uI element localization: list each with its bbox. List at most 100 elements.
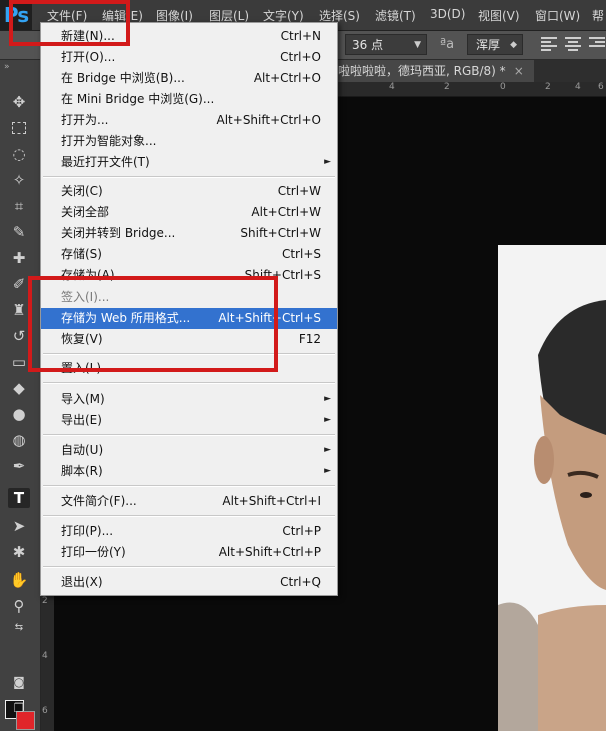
ruler-label: 2 (545, 82, 551, 92)
menu-separator (43, 566, 335, 568)
menu-item-open[interactable]: 打开(O)... Ctrl+O (41, 47, 337, 68)
menu-item-automate[interactable]: 自动(U) ► (41, 440, 337, 461)
move-tool-icon[interactable]: ✥ (8, 92, 30, 112)
align-right-icon[interactable] (589, 37, 605, 51)
menu-item-close[interactable]: 关闭(C) Ctrl+W (41, 181, 337, 202)
menu-item-label: 导出(E) (61, 413, 102, 427)
menu-3d[interactable]: 3D(D) (430, 7, 465, 21)
quick-mask-icon[interactable]: ◙ (8, 672, 30, 692)
menu-item-label: 存储(S) (61, 247, 102, 261)
eyedropper-tool-icon[interactable]: ✎ (8, 222, 30, 242)
clone-stamp-tool-icon[interactable]: ♜ (8, 300, 30, 320)
close-icon[interactable]: × (514, 64, 524, 78)
menu-item-label: 文件简介(F)... (61, 494, 137, 508)
menu-view[interactable]: 视图(V) (478, 7, 520, 24)
document-tab-title: 啦啦啦啦，德玛西亚, RGB/8) * (338, 64, 506, 78)
menu-item-close-all[interactable]: 关闭全部 Alt+Ctrl+W (41, 202, 337, 223)
magic-wand-tool-icon[interactable]: ✧ (8, 170, 30, 190)
zoom-tool-icon[interactable]: ⚲ (8, 596, 30, 616)
menu-help[interactable]: 帮 (592, 7, 604, 24)
menu-item-import[interactable]: 导入(M) ► (41, 389, 337, 410)
screen-mode-icon[interactable]: ❐ (8, 698, 30, 718)
crop-tool-icon[interactable]: ⌗ (8, 196, 30, 216)
menu-item-label: 关闭全部 (61, 205, 110, 219)
font-size-value: 36 点 (352, 38, 384, 52)
menu-item-open-as[interactable]: 打开为... Alt+Shift+Ctrl+O (41, 110, 337, 131)
ruler-label: 6 (598, 82, 604, 92)
align-center-icon[interactable] (565, 37, 581, 51)
annotation-box-save-for-web (28, 276, 278, 372)
swap-colors-icon[interactable]: ⇆ (8, 618, 30, 638)
menu-item-shortcut: Alt+Ctrl+W (251, 205, 321, 219)
path-selection-tool-icon[interactable]: ➤ (8, 516, 30, 536)
paint-bucket-tool-icon[interactable]: ◆ (8, 378, 30, 398)
align-left-icon[interactable] (541, 37, 557, 51)
menu-item-print[interactable]: 打印(P)... Ctrl+P (41, 521, 337, 542)
menu-item-label: 在 Mini Bridge 中浏览(G)... (61, 92, 215, 106)
anti-alias-select[interactable]: 浑厚 ◆ (467, 34, 523, 55)
submenu-arrow-icon: ► (324, 157, 331, 167)
menu-item-shortcut: Ctrl+W (277, 184, 321, 198)
dodge-tool-icon[interactable]: ◍ (8, 430, 30, 450)
menu-item-browse-mini-bridge[interactable]: 在 Mini Bridge 中浏览(G)... (41, 89, 337, 110)
menu-item-label: 打开为... (61, 113, 109, 127)
submenu-arrow-icon: ► (324, 445, 331, 455)
type-tool-icon[interactable]: T (8, 488, 30, 508)
submenu-arrow-icon: ► (324, 466, 331, 476)
menu-item-label: 打印一份(Y) (61, 545, 126, 559)
menu-item-shortcut: Ctrl+P (282, 524, 321, 538)
menu-item-shortcut: F12 (298, 332, 321, 346)
menu-item-save[interactable]: 存储(S) Ctrl+S (41, 244, 337, 265)
menu-item-label: 退出(X) (61, 575, 103, 589)
menu-item-shortcut: Ctrl+O (280, 50, 321, 64)
portrait-photo (498, 245, 606, 731)
menu-item-browse-bridge[interactable]: 在 Bridge 中浏览(B)... Alt+Ctrl+O (41, 68, 337, 89)
font-size-select[interactable]: 36 点 ▼ (345, 34, 427, 55)
menu-item-label: 自动(U) (61, 443, 104, 457)
menu-item-shortcut: Alt+Ctrl+O (253, 71, 321, 85)
eraser-tool-icon[interactable]: ▭ (8, 352, 30, 372)
menu-item-open-recent[interactable]: 最近打开文件(T) ► (41, 152, 337, 173)
menu-item-shortcut: Ctrl+N (280, 29, 321, 43)
menu-item-open-as-smart-object[interactable]: 打开为智能对象... (41, 131, 337, 152)
menu-window[interactable]: 窗口(W) (535, 7, 580, 24)
menu-item-shortcut: Alt+Shift+Ctrl+P (218, 545, 321, 559)
menu-item-label: 导入(M) (61, 392, 105, 406)
marquee-tool-icon[interactable] (8, 118, 30, 138)
ruler-label: 2 (42, 596, 48, 606)
menu-separator (43, 176, 335, 178)
menu-separator (43, 515, 335, 517)
menu-item-label: 关闭(C) (61, 184, 103, 198)
menu-item-export[interactable]: 导出(E) ► (41, 410, 337, 431)
menu-item-label: 打开为智能对象... (61, 134, 157, 148)
blur-tool-icon[interactable]: ● (8, 404, 30, 424)
anti-alias-value: 浑厚 (476, 38, 501, 52)
menu-item-shortcut: Alt+Shift+Ctrl+O (216, 113, 321, 127)
shape-tool-icon[interactable]: ✱ (8, 542, 30, 562)
menu-item-print-one-copy[interactable]: 打印一份(Y) Alt+Shift+Ctrl+P (41, 542, 337, 563)
menu-item-shortcut: Alt+Shift+Ctrl+I (222, 494, 321, 508)
collapse-panel-icon[interactable]: » (4, 62, 9, 72)
menu-item-label: 最近打开文件(T) (61, 155, 150, 169)
ruler-label: 4 (575, 82, 581, 92)
brush-tool-icon[interactable]: ✐ (8, 274, 30, 294)
submenu-arrow-icon: ► (324, 415, 331, 425)
menu-item-file-info[interactable]: 文件简介(F)... Alt+Shift+Ctrl+I (41, 491, 337, 512)
document-tab[interactable]: 啦啦啦啦，德玛西亚, RGB/8) * × (338, 60, 534, 82)
menu-item-close-goto-bridge[interactable]: 关闭并转到 Bridge... Shift+Ctrl+W (41, 223, 337, 244)
history-brush-tool-icon[interactable]: ↺ (8, 326, 30, 346)
menu-item-shortcut: Ctrl+S (281, 247, 321, 261)
menu-filter[interactable]: 滤镜(T) (375, 7, 416, 24)
menu-item-exit[interactable]: 退出(X) Ctrl+Q (41, 572, 337, 593)
menu-item-label: 打开(O)... (61, 50, 116, 64)
lasso-tool-icon[interactable]: ◌ (8, 144, 30, 164)
anti-alias-icon: ªa (440, 37, 455, 52)
menu-item-scripts[interactable]: 脚本(R) ► (41, 461, 337, 482)
menu-item-label: 关闭并转到 Bridge... (61, 226, 176, 240)
hand-tool-icon[interactable]: ✋ (8, 570, 30, 590)
menu-item-label: 在 Bridge 中浏览(B)... (61, 71, 185, 85)
pen-tool-icon[interactable]: ✒ (8, 456, 30, 476)
healing-brush-tool-icon[interactable]: ✚ (8, 248, 30, 268)
submenu-arrow-icon: ► (324, 394, 331, 404)
canvas-image (498, 245, 606, 731)
